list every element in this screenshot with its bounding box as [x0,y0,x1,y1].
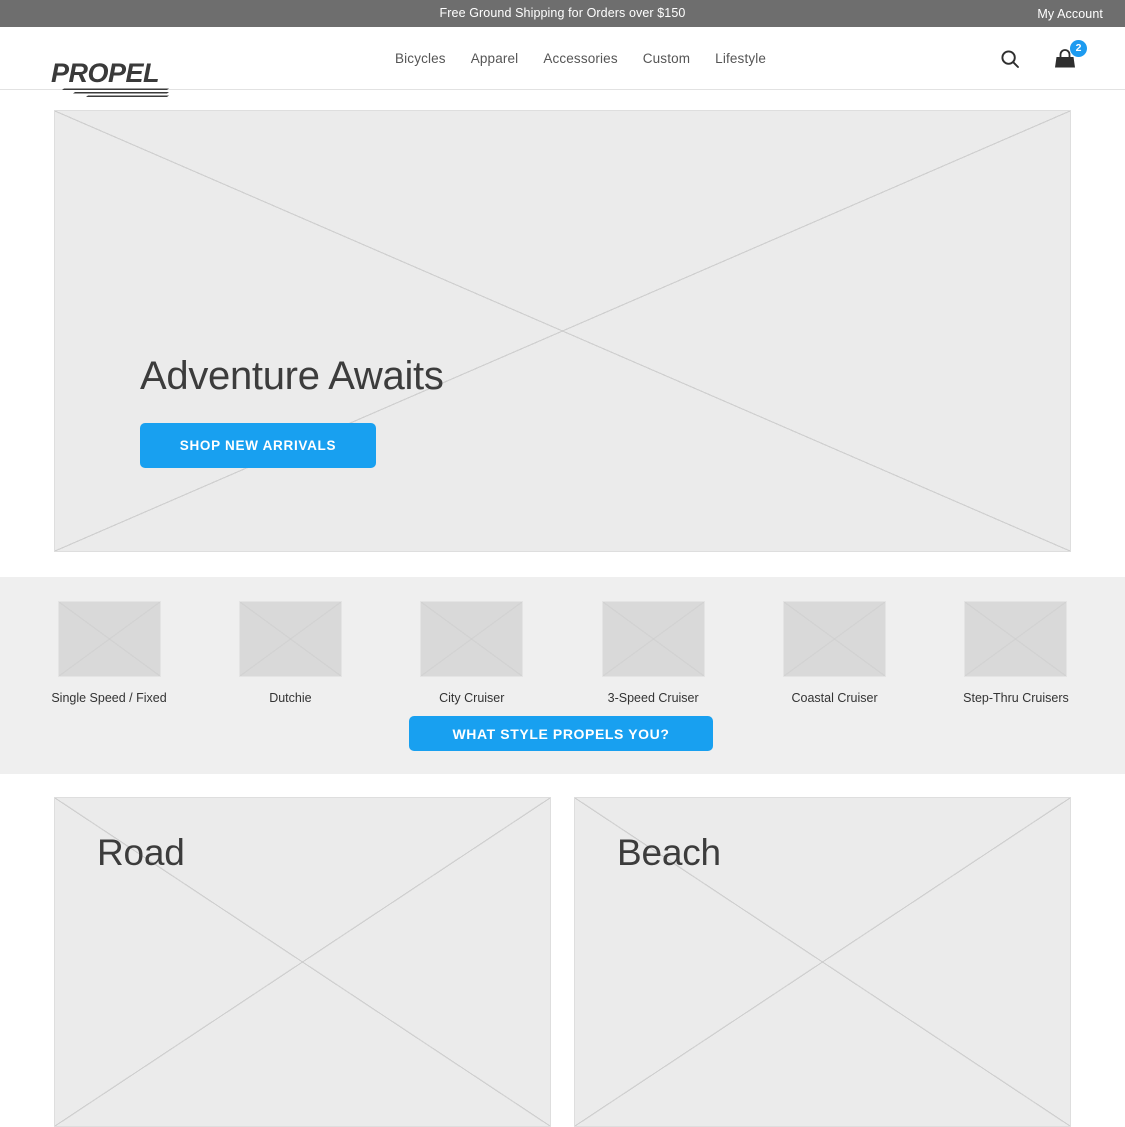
category-item-single-speed-fixed[interactable]: Single Speed / Fixed [51,601,167,705]
search-button[interactable] [997,46,1023,72]
category-item-coastal-cruiser[interactable]: Coastal Cruiser [780,601,890,705]
category-item-city-cruiser[interactable]: City Cruiser [417,601,527,705]
nav-item-bicycles[interactable]: Bicycles [395,51,446,66]
cart-count-badge: 2 [1070,39,1087,57]
propel-logo[interactable]: PROPEL [51,56,177,100]
collection-card-title: Road [97,832,185,873]
nav-item-accessories[interactable]: Accessories [543,51,617,66]
category-thumbnail [238,601,342,677]
search-icon [1001,49,1019,68]
collection-card-title: Beach [617,832,721,873]
svg-text:PROPEL: PROPEL [51,58,159,88]
announcement-message: Free Ground Shipping for Orders over $15… [439,6,686,21]
hero-banner[interactable]: Adventure Awaits SHOP NEW ARRIVALS [54,110,1071,552]
nav-item-apparel[interactable]: Apparel [471,51,519,66]
category-thumbnail [57,601,161,677]
cart-button[interactable]: 2 [1052,39,1087,72]
category-list: Single Speed / Fixed Dutchie City Cruise… [51,601,1071,705]
main-navigation: Bicycles Apparel Accessories Custom Life… [395,27,766,90]
shop-new-arrivals-button[interactable]: SHOP NEW ARRIVALS [140,423,376,468]
category-thumbnail [420,601,524,677]
nav-item-lifestyle[interactable]: Lifestyle [715,51,766,66]
category-thumbnail [601,601,705,677]
my-account-link[interactable]: My Account [1037,7,1103,20]
header-actions: 2 [997,27,1087,90]
category-item-3-speed-cruiser[interactable]: 3-Speed Cruiser [598,601,708,705]
category-label: Dutchie [269,691,312,705]
category-thumbnail [783,601,887,677]
category-label: City Cruiser [439,691,505,705]
site-header: PROPEL Bicycles Apparel Accessories Cust… [0,27,1125,97]
nav-item-custom[interactable]: Custom [643,51,690,66]
category-label: 3-Speed Cruiser [607,691,699,705]
hero-title: Adventure Awaits [140,354,444,398]
category-item-step-thru-cruisers[interactable]: Step-Thru Cruisers [961,601,1071,705]
hero-content: Adventure Awaits SHOP NEW ARRIVALS [140,354,444,468]
category-thumbnail [964,601,1068,677]
collection-card-road[interactable]: Road [54,797,551,1127]
what-style-propels-you-button[interactable]: WHAT STYLE PROPELS YOU? [409,716,713,751]
collection-card-beach[interactable]: Beach [574,797,1071,1127]
category-label: Coastal Cruiser [791,691,878,705]
category-label: Single Speed / Fixed [51,691,167,705]
announcement-bar: Free Ground Shipping for Orders over $15… [0,0,1125,27]
collection-cards: Road Beach [54,797,1071,1127]
category-label: Step-Thru Cruisers [963,691,1069,705]
category-item-dutchie[interactable]: Dutchie [235,601,345,705]
